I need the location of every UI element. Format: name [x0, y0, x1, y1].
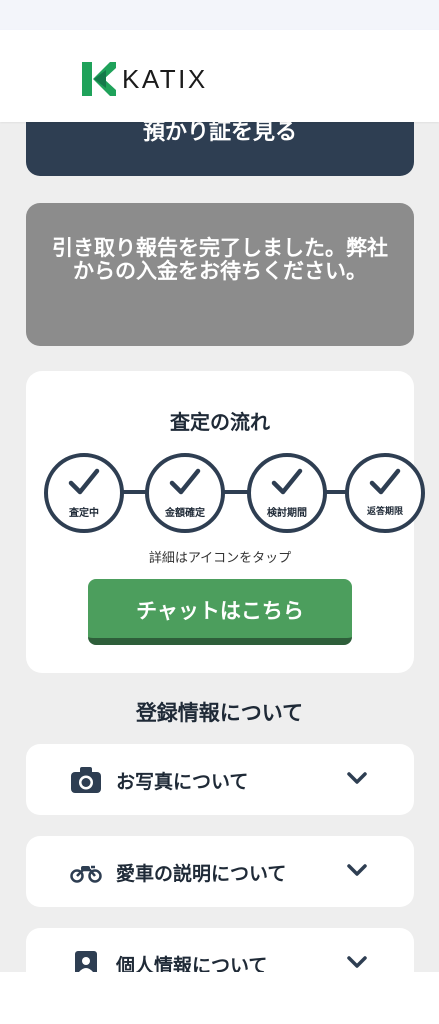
completion-notice: 引き取り報告を完了しました。弊社からの入金をお待ちください。 — [26, 203, 414, 346]
accordion-photos[interactable]: お写真について — [26, 744, 414, 815]
check-icon — [169, 468, 201, 495]
assessment-flow-card: 査定の流れ 査定中 金額確定 検討期間 返答期限 詳細はアイコンをタップ チャッ… — [26, 371, 425, 673]
camera-icon — [71, 767, 101, 793]
step-review-period[interactable]: 検討期間 — [247, 453, 327, 533]
app-header: KATIX — [0, 30, 439, 122]
tap-hint: 詳細はアイコンをタップ — [148, 551, 292, 566]
check-icon — [369, 468, 401, 495]
logo-text: KATIX — [122, 63, 208, 94]
chevron-down-icon — [347, 956, 367, 968]
step-reply-deadline[interactable]: 返答期限 — [345, 453, 425, 533]
registration-section-title: 登録情報について — [135, 701, 304, 725]
status-bar — [0, 0, 439, 30]
chevron-down-icon — [347, 864, 367, 876]
step-label: 金額確定 — [165, 508, 205, 519]
flow-title: 査定の流れ — [170, 410, 270, 434]
motorcycle-icon — [70, 865, 102, 883]
step-label: 検討期間 — [267, 508, 307, 519]
check-icon — [271, 468, 303, 495]
chevron-down-icon — [347, 772, 367, 784]
step-price-confirmed[interactable]: 金額確定 — [145, 453, 225, 533]
step-assessing[interactable]: 査定中 — [44, 453, 124, 533]
accordion-bike-description[interactable]: 愛車の説明について — [26, 836, 414, 907]
accordion-label: お写真について — [116, 771, 249, 793]
step-label: 返答期限 — [366, 507, 403, 517]
katix-logo-icon — [82, 62, 116, 96]
accordion-label: 愛車の説明について — [116, 863, 287, 885]
chat-button[interactable]: チャットはこちら — [88, 579, 352, 645]
katix-logo[interactable]: KATIX — [82, 62, 208, 96]
check-icon — [68, 468, 100, 495]
flow-steps: 査定中 金額確定 検討期間 返答期限 — [44, 453, 425, 533]
bottom-bar — [0, 972, 439, 1024]
step-label: 査定中 — [69, 508, 99, 519]
